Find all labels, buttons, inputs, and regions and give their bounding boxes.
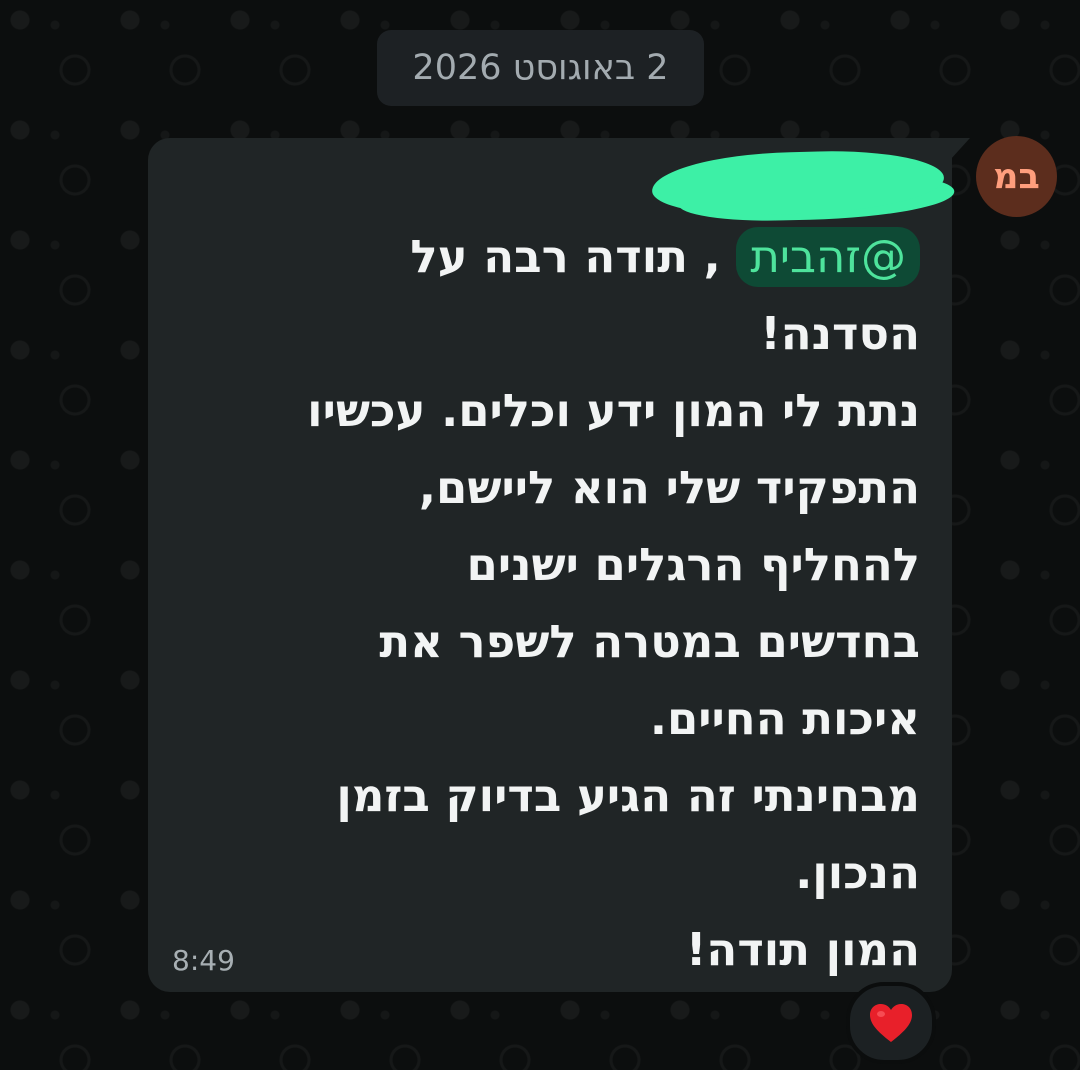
message-line: להחליף הרגלים ישנים — [466, 538, 921, 591]
sender-avatar[interactable]: במ — [976, 136, 1057, 217]
message-line: @זהבית , תודה רבה על — [160, 218, 920, 295]
message-line: הסדנה! — [760, 307, 920, 360]
message-line: איכות החיים. — [649, 692, 920, 745]
message-bubble-tail — [950, 138, 970, 160]
message-line: נתת לי המון ידע וכלים. עכשיו — [307, 384, 920, 437]
red-heart-icon — [870, 1004, 912, 1042]
date-separator-label: 2 באוגוסט 2026 — [412, 48, 669, 88]
message-text: @זהבית , תודה רבה על הסדנה! נתת לי המון … — [160, 218, 920, 988]
message-line-text: , תודה רבה על — [410, 230, 737, 283]
message-line: התפקיד שלי הוא ליישם, — [418, 461, 920, 514]
date-separator: 2 באוגוסט 2026 — [377, 30, 704, 106]
message-line: מבחינתי זה הגיע בדיוק בזמן — [336, 769, 920, 822]
mention-tag[interactable]: @זהבית — [736, 227, 920, 287]
message-line: המון תודה! — [685, 923, 920, 976]
message-line: הנכון. — [795, 846, 920, 899]
avatar-initials: במ — [993, 156, 1040, 197]
message-line: בחדשים במטרה לשפר את — [379, 615, 920, 668]
reaction-badge[interactable] — [846, 982, 936, 1064]
message-timestamp: 8:49 — [172, 944, 235, 977]
